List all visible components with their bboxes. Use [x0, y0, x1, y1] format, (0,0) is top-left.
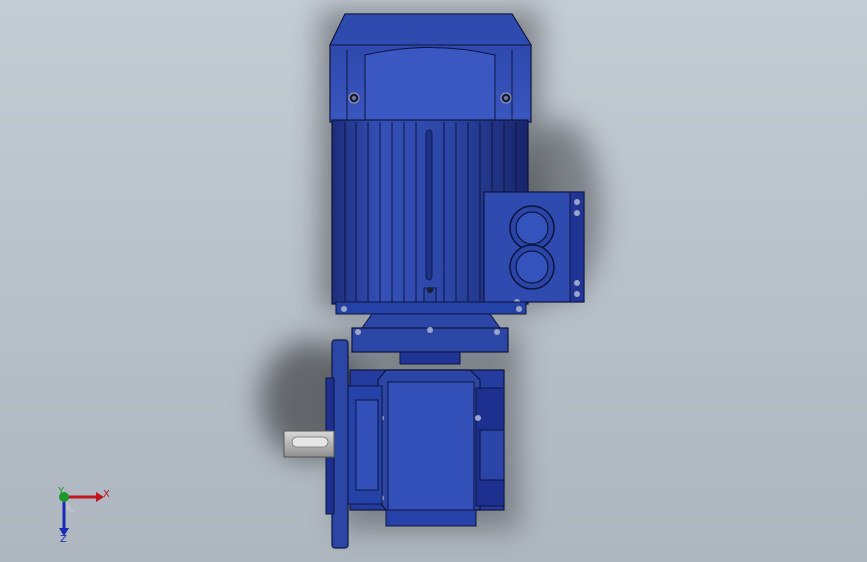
cable-gland-icon [509, 244, 555, 290]
y-axis-label: Y [57, 486, 65, 497]
x-axis-label: X [103, 489, 110, 500]
motor-fan-cover[interactable] [329, 13, 532, 123]
cover-screw-icon [500, 92, 512, 104]
output-shaft[interactable] [283, 430, 335, 458]
motor-flange[interactable] [335, 301, 527, 329]
coordinate-triad: X Y Z [57, 486, 110, 545]
cable-gland-icon [509, 205, 555, 251]
cad-viewport[interactable]: X Y Z [0, 0, 867, 562]
cover-screw-icon [348, 92, 360, 104]
terminal-box[interactable] [483, 191, 585, 305]
z-axis-label: Z [60, 534, 67, 545]
